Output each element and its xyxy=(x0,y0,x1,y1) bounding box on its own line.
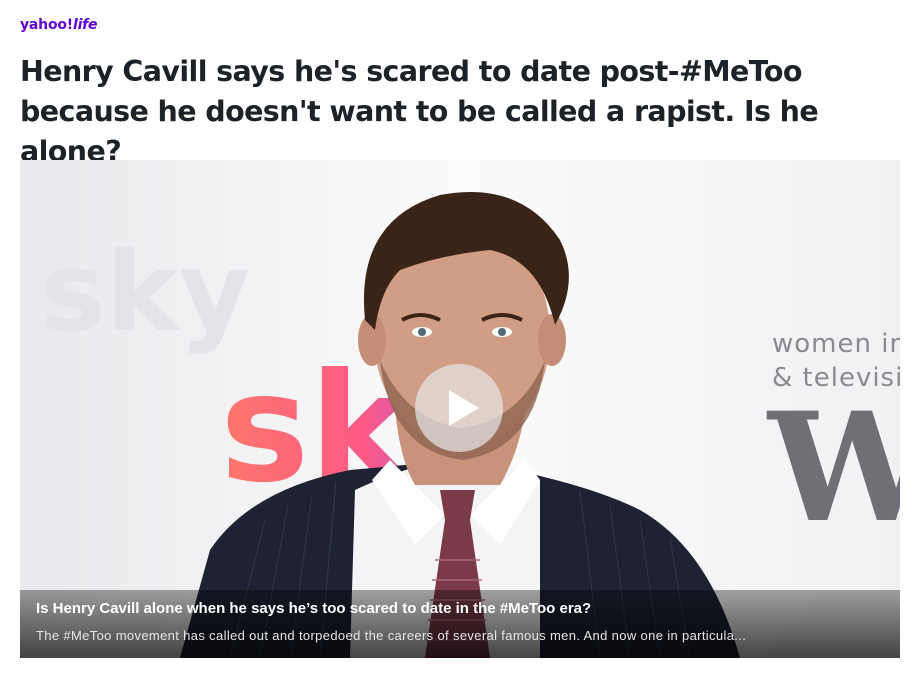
video-player[interactable]: sky sky women in & television W xyxy=(20,160,900,658)
play-icon xyxy=(449,390,479,426)
play-button[interactable] xyxy=(415,364,503,452)
backdrop-banner-line-1: women in xyxy=(772,329,900,359)
backdrop-banner-initial: W xyxy=(766,380,900,556)
yahoo-life-logo[interactable]: yahoo!life xyxy=(20,17,98,33)
article-headline: Henry Cavill says he's scared to date po… xyxy=(20,55,819,168)
video-caption-title[interactable]: Is Henry Cavill alone when he says he’s … xyxy=(36,600,591,617)
brand-section-text: life xyxy=(72,17,98,33)
video-caption-description: The #MeToo movement has called out and t… xyxy=(36,628,747,643)
video-caption-bar[interactable]: Is Henry Cavill alone when he says he’s … xyxy=(20,590,900,658)
backdrop-faint-logo: sky xyxy=(40,228,250,356)
brand-logo-text: yahoo! xyxy=(20,17,73,33)
article-page: yahoo!life Henry Cavill says he's scared… xyxy=(0,0,920,677)
